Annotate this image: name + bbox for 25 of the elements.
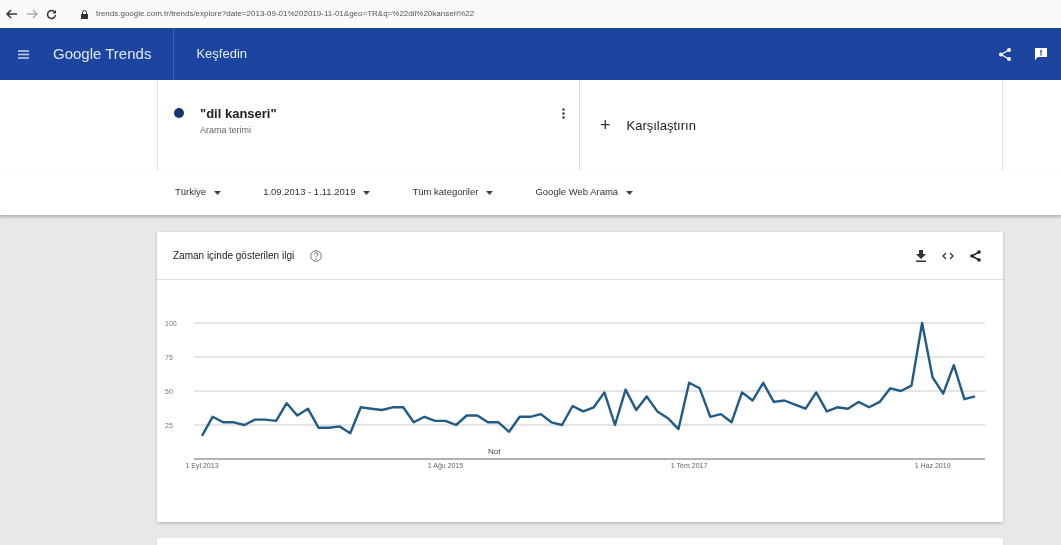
filter-dropdown[interactable]: Tüm kategoriler: [412, 183, 494, 202]
address-bar-url[interactable]: trends.google.com.tr/trends/explore?date=2013-09-01%202019-11-01&geo=TR&q=%22dil%20kanseri%22: [96, 8, 475, 20]
back-icon[interactable]: [6, 9, 18, 19]
filter-dropdown[interactable]: Türkiye: [175, 183, 222, 202]
search-term[interactable]: "dil kanseri": [200, 104, 277, 124]
chart-note[interactable]: Not: [487, 447, 501, 456]
share-icon[interactable]: [970, 249, 981, 262]
lock-icon: [81, 9, 88, 19]
card-title: Zaman içinde gösterilen ilgi: [173, 249, 295, 263]
embed-icon[interactable]: [942, 251, 954, 260]
filter-dropdown[interactable]: Google Web Arama: [535, 183, 634, 202]
caret-icon: [626, 190, 634, 195]
compare-button[interactable]: + Karşılaştırın: [600, 116, 696, 134]
app-logo[interactable]: Google Trends: [53, 42, 152, 66]
caret-icon: [363, 190, 371, 195]
menu-icon[interactable]: [18, 49, 29, 59]
caret-icon: [486, 190, 494, 195]
more-options-icon[interactable]: [562, 108, 565, 119]
term-type: Arama terimi: [200, 123, 252, 137]
help-icon[interactable]: [310, 249, 323, 262]
download-icon[interactable]: [916, 249, 926, 262]
caret-icon: [214, 190, 222, 195]
filter-dropdown[interactable]: 1.09.2013 - 1.11.2019: [263, 183, 371, 202]
reload-icon[interactable]: [46, 8, 57, 20]
feedback-icon[interactable]: [1035, 48, 1047, 60]
